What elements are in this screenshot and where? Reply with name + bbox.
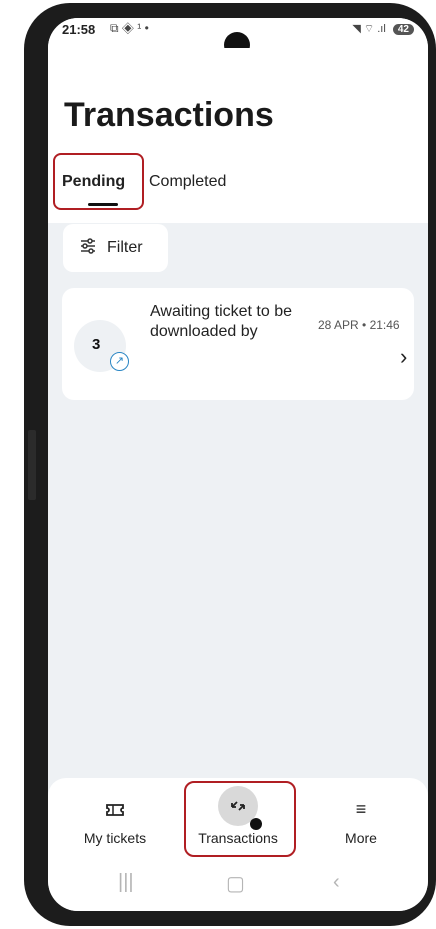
filter-label: Filter [107, 239, 143, 256]
home-icon[interactable]: ▢ [226, 871, 245, 896]
battery-icon: 42 [392, 24, 414, 35]
highlight-pending-tab [53, 153, 144, 210]
nav-more[interactable]: ≡ More [306, 778, 416, 863]
back-icon[interactable]: ‹ [333, 871, 340, 894]
transaction-date: 28 APR • 21:46 [318, 318, 400, 332]
recents-icon[interactable]: ||| [118, 871, 134, 894]
status-right-icons: ◥ ⌔ .ıl 42 [352, 22, 414, 36]
tab-completed[interactable]: Completed [149, 173, 226, 191]
highlight-transactions-nav [184, 781, 296, 857]
nav-label-more: More [345, 830, 377, 846]
chevron-right-icon: › [400, 344, 408, 369]
outgoing-arrow-icon: ↗ [110, 352, 129, 371]
signal-icons: ◥ ⌔ .ıl [352, 23, 386, 35]
status-time: 21:58 [62, 22, 96, 37]
phone-side-button [28, 430, 36, 500]
filter-button[interactable]: Filter [63, 224, 168, 272]
ticket-icon [95, 792, 135, 826]
nav-my-tickets[interactable]: My tickets [60, 778, 170, 863]
screen: 21:58 ⧉ ◈ ¹ • ◥ ⌔ .ıl 42 Transactions Pe… [48, 18, 428, 911]
page-title: Transactions [64, 96, 274, 134]
notification-icons: ⧉ ◈ ¹ • [110, 21, 149, 35]
transaction-description: Awaiting ticket to be downloaded by [150, 303, 293, 340]
nav-label-my-tickets: My tickets [83, 830, 147, 846]
ticket-count: 3 [92, 336, 101, 353]
transaction-card[interactable]: 3 ↗ Awaiting ticket to be downloaded by … [62, 288, 414, 400]
sliders-icon [79, 237, 97, 260]
menu-icon: ≡ [355, 799, 367, 819]
system-nav-bar: ||| ▢ ‹ [48, 863, 428, 911]
